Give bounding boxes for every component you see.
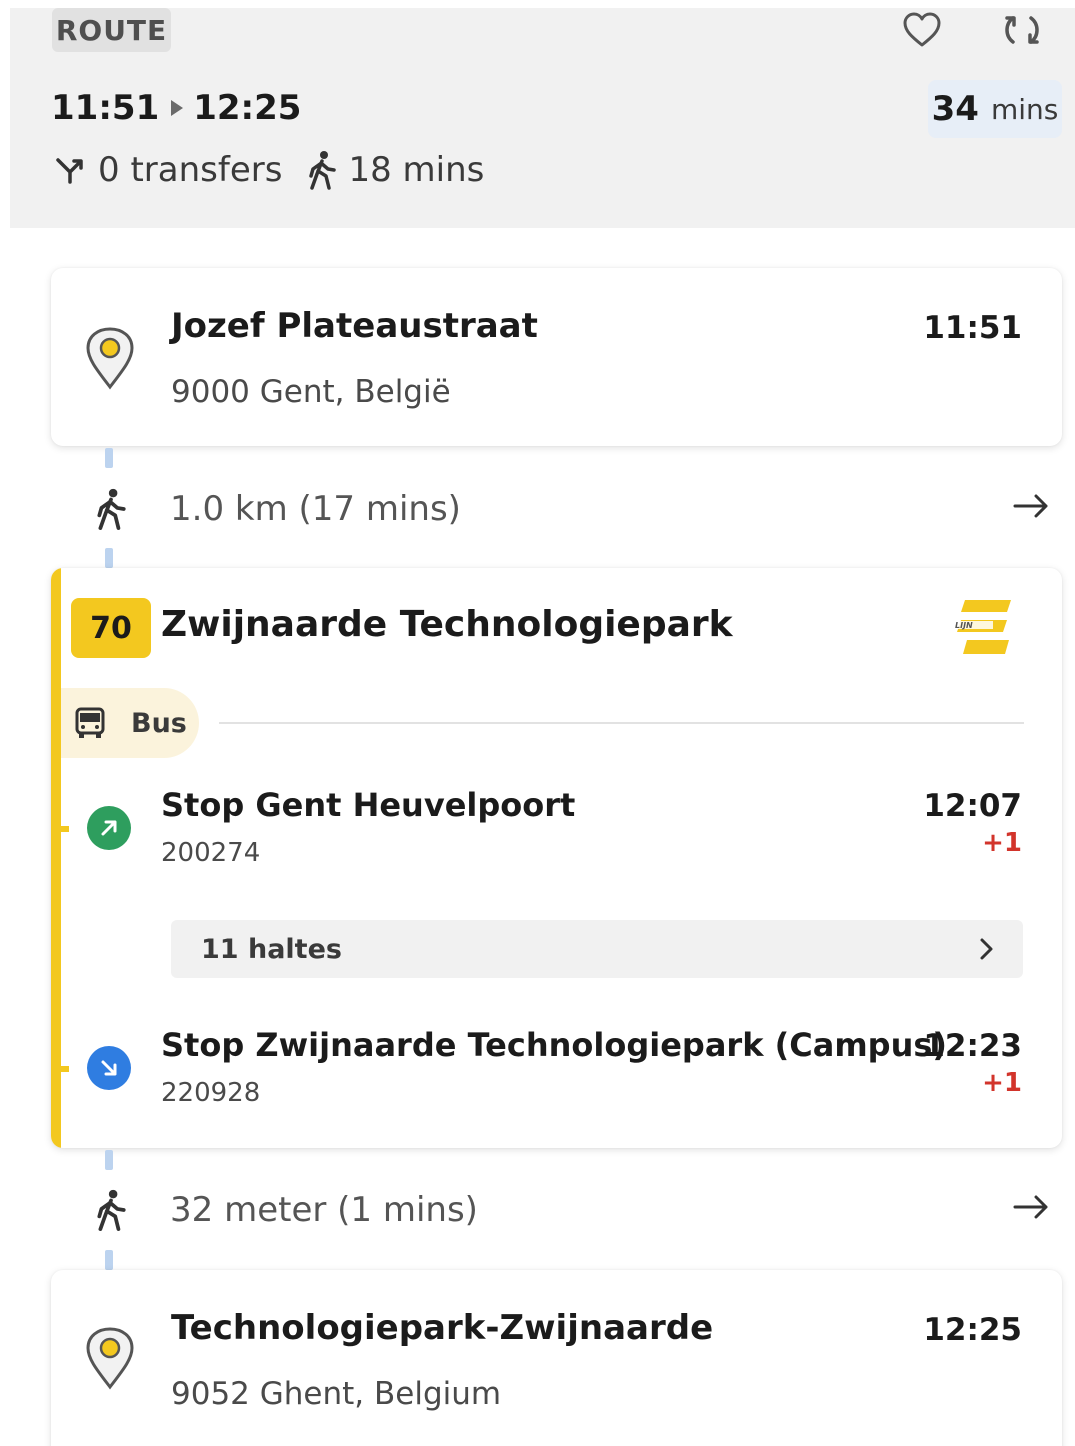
stop-tick <box>51 826 69 832</box>
origin-address: 9000 Gent, België <box>171 374 451 410</box>
destination-time: 12:25 <box>923 1312 1022 1348</box>
walk-icon <box>97 488 126 530</box>
route-label: ROUTE <box>52 8 171 52</box>
alight-stop-name: Stop Zwijnaarde Technologiepark (Campus) <box>161 1026 948 1064</box>
duration-value: 34 <box>931 89 979 129</box>
svg-text:LIJN: LIJN <box>955 621 973 630</box>
leg-color-bar <box>51 568 61 1148</box>
refresh-icon[interactable] <box>998 8 1046 52</box>
mode-divider <box>219 722 1024 724</box>
board-delay: +1 <box>982 828 1022 858</box>
intermediate-stops-button[interactable]: 11 haltes <box>171 920 1023 978</box>
route-detail-page: ROUTE 11:51 12:25 34 mins 0 transfers 18… <box>0 0 1075 1446</box>
depart-time: 11:51 <box>51 88 160 128</box>
transfer-icon <box>56 158 83 184</box>
destination-address: 9052 Ghent, Belgium <box>171 1376 502 1412</box>
arrive-time: 12:25 <box>193 88 302 128</box>
walk-segment-2[interactable]: 32 meter (1 mins) <box>90 1182 1050 1238</box>
location-pin-icon <box>86 1327 134 1390</box>
duration-badge: 34 mins <box>928 80 1062 138</box>
walk-dash <box>105 548 113 568</box>
alight-delay: +1 <box>982 1068 1022 1098</box>
mode-label: Bus <box>131 707 187 739</box>
walk-dash <box>105 448 113 468</box>
de-lijn-logo: LIJN <box>953 600 1011 654</box>
origin-card[interactable]: Jozef Plateaustraat 9000 Gent, België 11… <box>51 268 1062 446</box>
walk-icon <box>97 1189 126 1231</box>
destination-name: Technologiepark-Zwijnaarde <box>171 1308 714 1348</box>
walk-dash <box>105 1250 113 1270</box>
alight-stop-time: 12:23 <box>923 1028 1022 1064</box>
route-times: 11:51 12:25 <box>51 86 301 130</box>
board-stop-name: Stop Gent Heuvelpoort <box>161 786 576 824</box>
arrow-right-icon[interactable] <box>1012 491 1050 521</box>
bus-icon <box>75 707 105 738</box>
play-arrow-icon <box>171 100 184 116</box>
destination-card[interactable]: Technologiepark-Zwijnaarde 9052 Ghent, B… <box>51 1270 1062 1446</box>
walk-dash <box>105 1150 113 1170</box>
alight-arrow-icon <box>87 1046 131 1090</box>
stop-tick <box>51 1066 69 1072</box>
board-stop-time: 12:07 <box>923 788 1022 824</box>
walk-icon <box>309 151 337 190</box>
board-arrow-icon <box>87 806 131 850</box>
walk-total-text: 18 mins <box>348 150 485 190</box>
walk-segment-1[interactable]: 1.0 km (17 mins) <box>90 481 1050 537</box>
origin-name: Jozef Plateaustraat <box>171 306 538 346</box>
route-meta: 0 transfers 18 mins <box>52 148 484 192</box>
line-number-badge: 70 <box>71 598 151 658</box>
location-pin-icon <box>86 327 134 390</box>
heart-icon[interactable] <box>898 8 946 52</box>
line-destination: Zwijnaarde Technologiepark <box>161 604 733 645</box>
arrow-right-icon[interactable] <box>1012 1192 1050 1222</box>
duration-unit: mins <box>990 92 1059 126</box>
route-summary-header: ROUTE 11:51 12:25 34 mins 0 transfers 18… <box>10 8 1075 228</box>
bus-leg-card: 70 Zwijnaarde Technologiepark LIJN Bus S… <box>51 568 1062 1148</box>
intermediate-stops-label: 11 haltes <box>201 933 342 965</box>
transfers-text: 0 transfers <box>98 150 283 190</box>
chevron-right-icon <box>980 938 993 960</box>
walk-1-text: 1.0 km (17 mins) <box>170 489 461 529</box>
alight-stop-code: 220928 <box>161 1078 261 1108</box>
mode-pill: Bus <box>61 688 199 758</box>
walk-2-text: 32 meter (1 mins) <box>170 1190 478 1230</box>
board-stop-code: 200274 <box>161 838 261 868</box>
origin-time: 11:51 <box>923 310 1022 346</box>
